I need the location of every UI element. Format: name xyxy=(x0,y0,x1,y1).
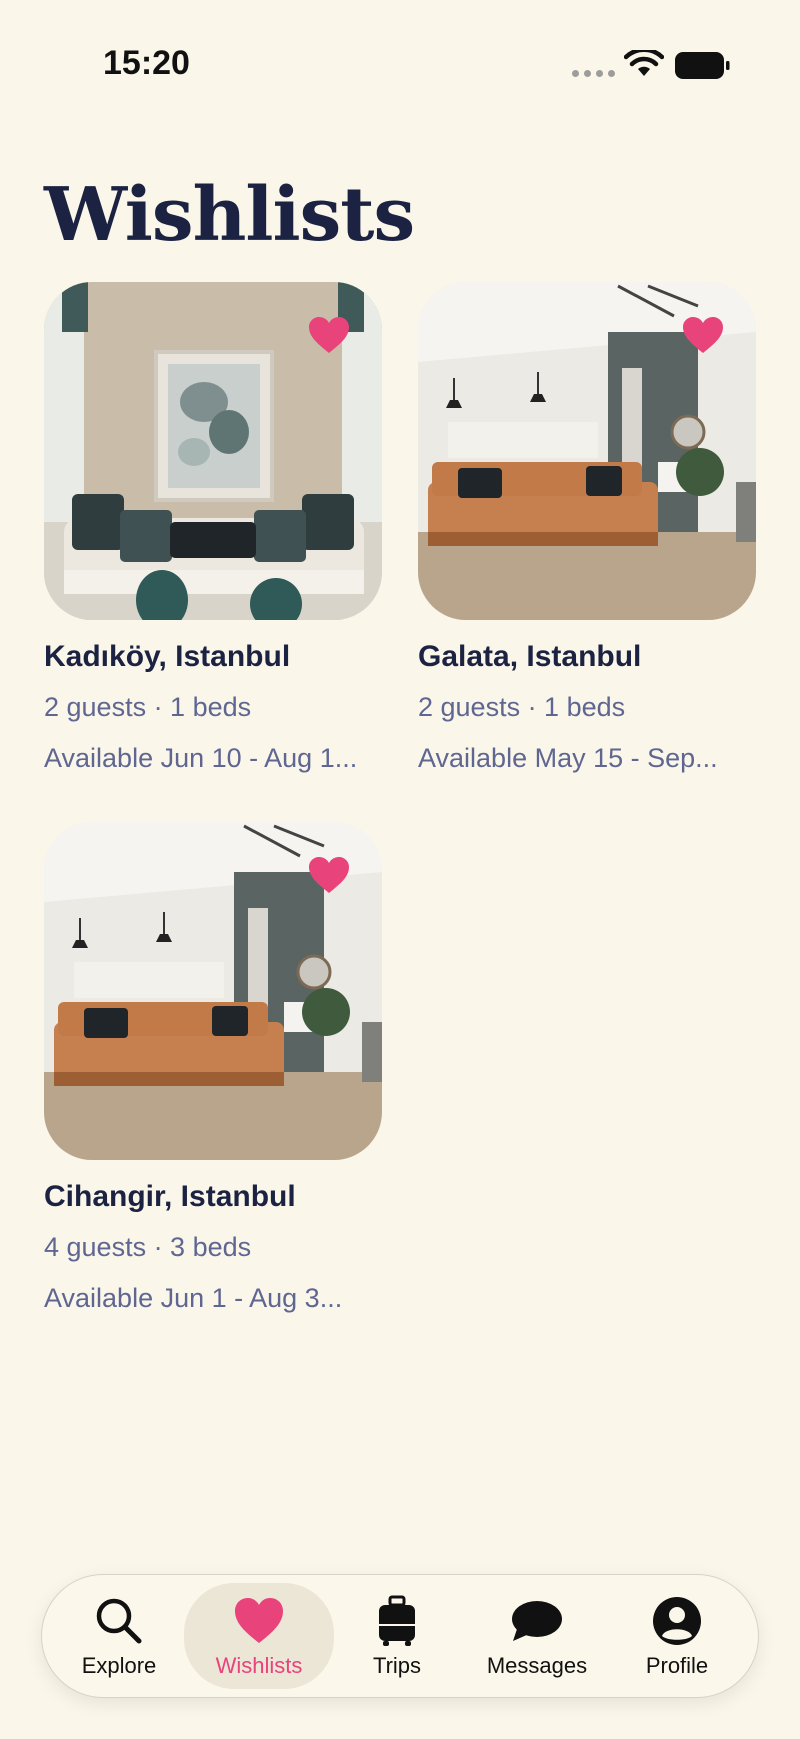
wishlist-card[interactable]: Galata, Istanbul 2 guests · 1 beds Avail… xyxy=(418,282,756,774)
tab-profile[interactable]: Profile xyxy=(602,1583,752,1689)
listing-photo[interactable] xyxy=(418,282,756,620)
tab-label: Wishlists xyxy=(215,1653,303,1678)
listing-title: Kadıköy, Istanbul xyxy=(44,640,291,673)
battery-icon xyxy=(675,52,730,79)
status-bar: 15:20 xyxy=(0,0,800,130)
listing-photo[interactable] xyxy=(44,282,382,620)
heart-icon xyxy=(235,1598,283,1643)
listing-availability: Available Jun 10 - Aug 1... xyxy=(44,743,358,773)
tab-bar: Explore Wishlists Trips Messages Profile xyxy=(41,1574,759,1698)
status-time: 15:20 xyxy=(103,44,190,82)
tab-explore[interactable]: Explore xyxy=(44,1583,194,1689)
tab-trips[interactable]: Trips xyxy=(322,1583,472,1689)
tab-messages[interactable]: Messages xyxy=(462,1583,612,1689)
listing-title: Cihangir, Istanbul xyxy=(44,1180,296,1213)
listing-guests-beds: 2 guests · 1 beds xyxy=(44,692,252,722)
listing-photo[interactable] xyxy=(44,822,382,1160)
page-title: Wishlists xyxy=(44,172,415,258)
heart-icon[interactable] xyxy=(308,316,350,354)
heart-icon[interactable] xyxy=(682,316,724,354)
wishlist-card[interactable]: Kadıköy, Istanbul 2 guests · 1 beds Avai… xyxy=(44,282,382,774)
tab-label: Messages xyxy=(486,1653,588,1678)
person-icon xyxy=(653,1597,701,1645)
listing-guests-beds: 2 guests · 1 beds xyxy=(418,692,626,722)
listing-guests-beds: 4 guests · 3 beds xyxy=(44,1232,252,1262)
search-icon xyxy=(96,1598,142,1644)
wishlist-card[interactable]: Cihangir, Istanbul 4 guests · 3 beds Ava… xyxy=(44,822,382,1314)
signal-dots-icon xyxy=(572,70,615,77)
chat-bubble-icon xyxy=(512,1601,562,1641)
tab-label: Explore xyxy=(81,1653,157,1678)
tab-label: Profile xyxy=(645,1653,709,1678)
suitcase-icon xyxy=(379,1595,415,1646)
tab-label: Trips xyxy=(372,1653,422,1678)
listing-availability: Available Jun 1 - Aug 3... xyxy=(44,1283,343,1313)
listing-title: Galata, Istanbul xyxy=(418,640,642,673)
heart-icon[interactable] xyxy=(308,856,350,894)
tab-wishlists[interactable]: Wishlists xyxy=(184,1583,334,1689)
listing-availability: Available May 15 - Sep... xyxy=(418,743,718,773)
wifi-icon xyxy=(624,50,664,76)
